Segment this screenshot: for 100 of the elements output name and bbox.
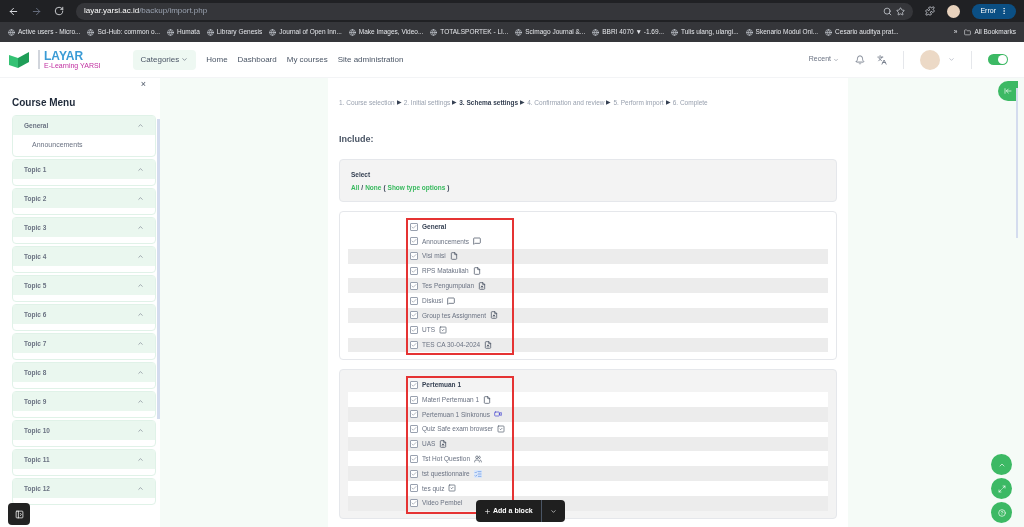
- scrollbar[interactable]: [1016, 88, 1018, 238]
- sidebar-title: Course Menu: [11, 96, 77, 110]
- checkbox[interactable]: [410, 326, 418, 335]
- checkbox[interactable]: [410, 296, 418, 305]
- check-icon: [411, 500, 417, 507]
- checkbox[interactable]: [410, 440, 418, 448]
- checkbox[interactable]: [410, 380, 418, 389]
- check-icon: [411, 381, 417, 388]
- fullscreen-button[interactable]: [991, 478, 1012, 499]
- help-button[interactable]: [991, 502, 1012, 523]
- globe-icon[interactable]: [8, 28, 15, 36]
- close-button[interactable]: ×: [140, 79, 146, 89]
- user-avatar[interactable]: [920, 49, 940, 70]
- caret-icon[interactable]: [948, 56, 955, 63]
- extensions-icon[interactable]: [925, 6, 936, 16]
- checkbox[interactable]: [410, 252, 418, 261]
- check-icon: [411, 455, 417, 462]
- checkbox[interactable]: [410, 454, 418, 463]
- arrow-left-icon: [1004, 87, 1012, 95]
- checkbox[interactable]: [410, 281, 418, 290]
- globe-icon[interactable]: [87, 28, 95, 36]
- checkbox[interactable]: [410, 237, 418, 246]
- expand-icon: [997, 484, 1006, 493]
- profile-avatar[interactable]: [947, 4, 961, 18]
- collapse-icon[interactable]: [137, 253, 144, 260]
- logo-icon: [8, 50, 30, 69]
- help-icon: [997, 508, 1006, 517]
- folder-icon[interactable]: [964, 28, 972, 36]
- chat-icon: [446, 296, 455, 305]
- globe-icon[interactable]: [167, 28, 174, 36]
- globe-icon[interactable]: [348, 28, 356, 36]
- drawer-button[interactable]: [998, 81, 1018, 101]
- globe-icon[interactable]: [825, 28, 833, 36]
- bell-icon[interactable]: [855, 54, 865, 65]
- file-icon: [483, 395, 492, 404]
- collapse-icon[interactable]: [137, 456, 144, 463]
- checkbox[interactable]: [410, 499, 418, 508]
- checkbox[interactable]: [410, 395, 418, 404]
- caret-icon: [181, 56, 189, 63]
- checkbox[interactable]: [410, 341, 418, 349]
- collapse-icon[interactable]: [137, 369, 144, 376]
- collapse-icon[interactable]: [137, 485, 144, 492]
- reload-icon[interactable]: [54, 6, 64, 16]
- caret-icon: [833, 56, 839, 63]
- people-icon: [474, 454, 483, 463]
- check-icon: [411, 485, 417, 492]
- globe-icon[interactable]: [745, 28, 753, 36]
- collapse-icon[interactable]: [137, 340, 144, 347]
- nav-link[interactable]: Home: [206, 53, 228, 66]
- file-upload-icon: [478, 281, 487, 290]
- collapse-icon[interactable]: [137, 282, 144, 289]
- mode-toggle[interactable]: [988, 54, 1008, 65]
- plus-icon: [484, 507, 491, 515]
- checkbox[interactable]: [410, 222, 418, 231]
- categories-dropdown[interactable]: Categories: [132, 49, 197, 70]
- logo-title: LAYAR: [44, 50, 85, 62]
- checked-square-icon: [497, 425, 506, 434]
- nav-link[interactable]: Site administration: [337, 53, 404, 66]
- collapse-icon[interactable]: [137, 311, 144, 318]
- globe-icon[interactable]: [671, 28, 678, 36]
- checkbox[interactable]: [410, 410, 418, 419]
- video-icon: [493, 410, 502, 419]
- checkbox[interactable]: [410, 469, 418, 478]
- back-icon[interactable]: [8, 5, 19, 17]
- drawer-toggle-button[interactable]: [8, 503, 30, 525]
- collapse-icon[interactable]: [137, 398, 144, 405]
- collapse-icon[interactable]: [137, 122, 144, 129]
- globe-icon[interactable]: [269, 28, 277, 36]
- nav-link[interactable]: My courses: [286, 53, 328, 66]
- language-icon[interactable]: [877, 54, 887, 65]
- check-icon: [411, 238, 417, 245]
- check-icon: [411, 396, 417, 403]
- bookmark-star-icon[interactable]: [896, 6, 906, 16]
- checkbox[interactable]: [410, 425, 418, 434]
- collapse-icon[interactable]: [137, 427, 144, 434]
- collapse-icon[interactable]: [137, 195, 144, 202]
- collapse-icon[interactable]: [137, 166, 144, 173]
- scroll-top-button[interactable]: [991, 454, 1012, 475]
- include-heading: Include:: [339, 132, 375, 146]
- file-icon: [472, 267, 481, 276]
- checkbox[interactable]: [410, 484, 418, 493]
- checkbox[interactable]: [410, 267, 418, 276]
- file-upload-icon: [439, 440, 448, 448]
- globe-icon[interactable]: [592, 28, 600, 36]
- forward-icon[interactable]: [31, 5, 42, 17]
- address-bar[interactable]: layar.yarsi.ac.id/backup/import.php: [76, 2, 914, 20]
- checked-square-icon: [439, 326, 447, 335]
- nav-link[interactable]: Dashboard: [237, 53, 277, 66]
- collapse-icon[interactable]: [137, 224, 144, 231]
- check-icon: [411, 297, 417, 304]
- check-icon: [411, 342, 417, 348]
- check-icon: [411, 312, 417, 319]
- globe-icon[interactable]: [515, 28, 523, 36]
- check-icon: [411, 470, 417, 477]
- checkbox[interactable]: [410, 311, 418, 320]
- zoom-icon[interactable]: [883, 6, 893, 16]
- globe-icon[interactable]: [430, 28, 438, 36]
- globe-icon[interactable]: [206, 28, 214, 36]
- file-icon: [449, 252, 458, 261]
- panel-icon: [14, 509, 24, 519]
